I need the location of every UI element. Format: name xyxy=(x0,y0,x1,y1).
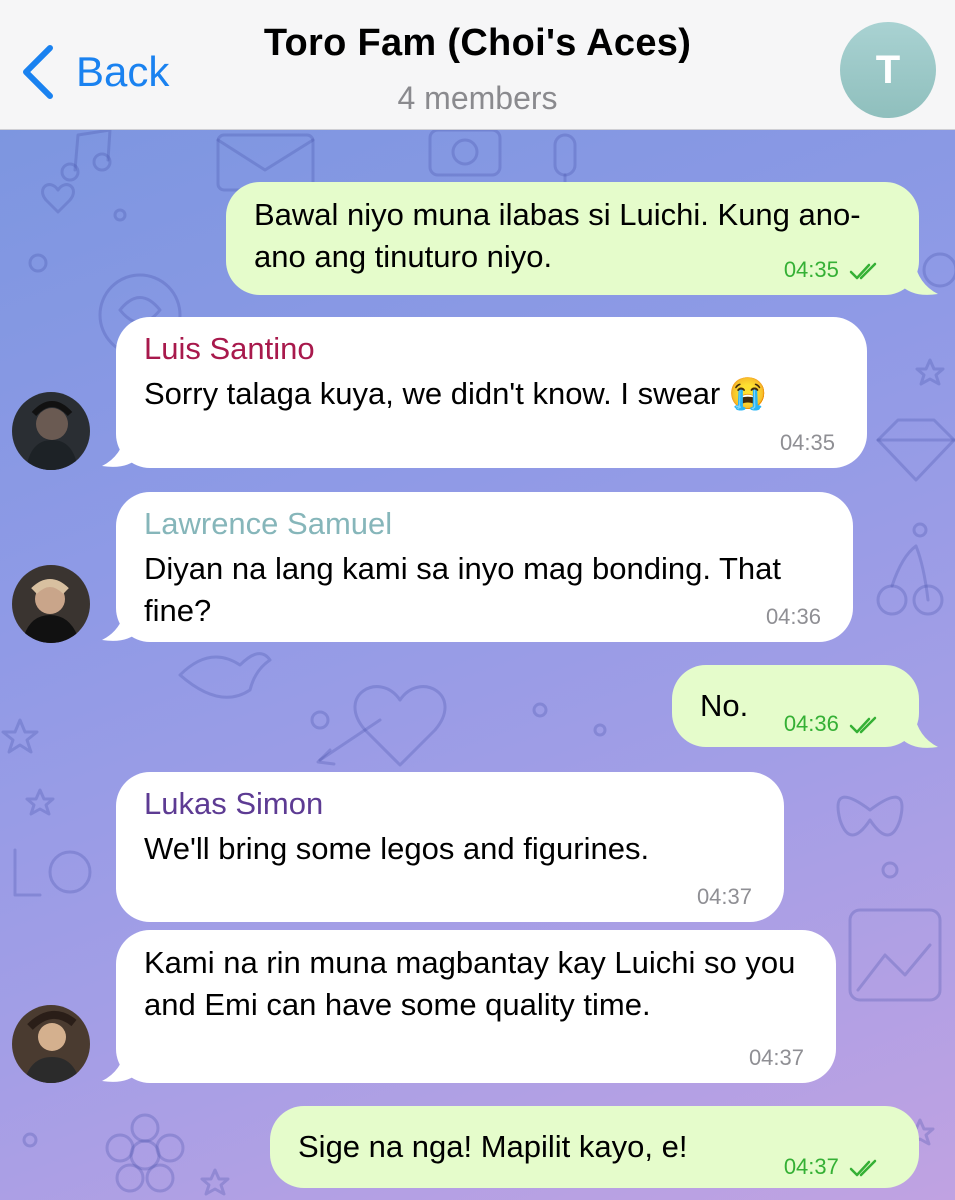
group-avatar[interactable]: T xyxy=(840,22,936,118)
message-time: 04:36 xyxy=(784,711,885,737)
message-time: 04:37 xyxy=(748,1045,804,1070)
sender-name[interactable]: Lawrence Samuel xyxy=(144,506,825,542)
message-text: We'll bring some legos and figurines. xyxy=(144,831,650,866)
group-avatar-letter: T xyxy=(875,47,901,92)
avatar-photo xyxy=(12,392,90,470)
message-bubble-incoming[interactable]: Lukas Simon We'll bring some legos and f… xyxy=(116,772,784,922)
bubble-tail xyxy=(102,1047,140,1082)
avatar-lukas-simon[interactable] xyxy=(12,1005,90,1083)
message-text: Kami na rin muna magbantay kay Luichi so… xyxy=(144,945,796,1022)
avatar-lawrence-samuel[interactable] xyxy=(12,565,90,643)
message-bubble-outgoing[interactable]: Bawal niyo muna ilabas si Luichi. Kung a… xyxy=(226,182,919,295)
avatar-luis-santino[interactable] xyxy=(12,392,90,470)
message-bubble-incoming[interactable]: Luis Santino Sorry talaga kuya, we didn'… xyxy=(116,317,867,468)
message-time: 04:35 xyxy=(779,430,835,455)
message-time: 04:35 xyxy=(784,257,885,283)
bubble-tail xyxy=(900,713,938,748)
bubble-tail xyxy=(102,432,140,467)
bubble-tail xyxy=(900,260,938,295)
avatar-photo xyxy=(12,565,90,643)
message-time: 04:37 xyxy=(696,884,752,909)
chat-background: Bawal niyo muna ilabas si Luichi. Kung a… xyxy=(0,130,955,1200)
message-bubble-incoming[interactable]: Lawrence Samuel Diyan na lang kami sa in… xyxy=(116,492,853,642)
member-count: 4 members xyxy=(397,80,558,116)
message-bubble-incoming[interactable]: Kami na rin muna magbantay kay Luichi so… xyxy=(116,930,836,1083)
double-check-icon xyxy=(849,1159,877,1177)
message-time: 04:37 xyxy=(784,1154,885,1180)
message-time: 04:36 xyxy=(765,604,821,629)
sender-name[interactable]: Lukas Simon xyxy=(144,786,756,822)
message-bubble-outgoing[interactable]: Sige na nga! Mapilit kayo, e! 04:37 xyxy=(270,1106,919,1188)
double-check-icon xyxy=(849,262,877,280)
double-check-icon xyxy=(849,716,877,734)
chat-title[interactable]: Toro Fam (Choi's Aces) xyxy=(0,22,955,65)
avatar-photo xyxy=(12,1005,90,1083)
message-bubble-outgoing[interactable]: No. 04:36 xyxy=(672,665,919,747)
message-text: Diyan na lang kami sa inyo mag bonding. … xyxy=(144,551,782,628)
bubble-tail xyxy=(102,606,140,641)
message-text: Sorry talaga kuya, we didn't know. I swe… xyxy=(144,376,768,411)
chat-header: Back Toro Fam (Choi's Aces) 4 members T xyxy=(0,0,955,130)
sender-name[interactable]: Luis Santino xyxy=(144,331,839,367)
